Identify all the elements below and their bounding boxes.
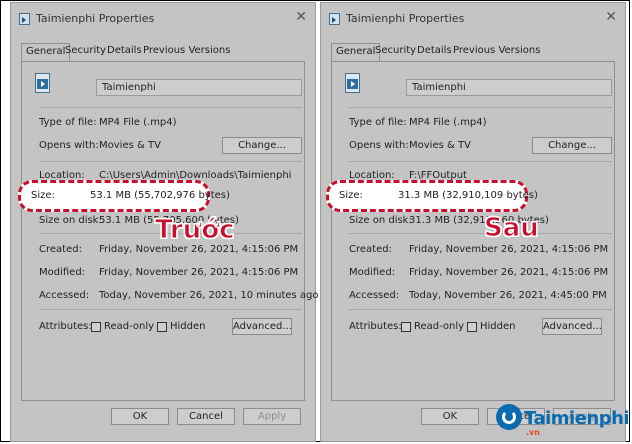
- created-label: Created:: [39, 244, 82, 255]
- accessed-value: Today, November 26, 2021, 4:45:00 PM: [409, 290, 607, 301]
- accessed-value: Today, November 26, 2021, 10 minutes ago: [99, 290, 319, 301]
- readonly-label: Read-only: [414, 321, 465, 332]
- change-button[interactable]: Change...: [222, 137, 302, 154]
- type-value: MP4 File (.mp4): [409, 117, 487, 128]
- size-value: 53.1 MB (55,702,976 bytes): [90, 190, 230, 201]
- created-value: Friday, November 26, 2021, 4:15:06 PM: [409, 244, 609, 255]
- divider: [39, 107, 302, 108]
- window-title: Taimienphi Properties: [36, 12, 155, 25]
- apply-button[interactable]: Apply: [243, 408, 301, 425]
- accessed-label: Accessed:: [349, 290, 400, 301]
- created-label: Created:: [349, 244, 392, 255]
- modified-value: Friday, November 26, 2021, 4:15:06 PM: [99, 267, 299, 278]
- divider: [349, 161, 612, 162]
- opens-with-label: Opens with:: [349, 140, 409, 151]
- close-icon[interactable]: ✕: [295, 10, 307, 24]
- opens-with-value: Movies & TV: [99, 140, 161, 151]
- size-value: 31.3 MB (32,910,109 bytes): [398, 190, 538, 201]
- modified-label: Modified:: [349, 267, 396, 278]
- title-bar: Taimienphi Properties ✕: [321, 3, 625, 31]
- tab-previous-versions[interactable]: Previous Versions: [453, 45, 540, 56]
- size-label: Size:: [31, 190, 55, 201]
- size-on-disk-label: Size on disk:: [39, 215, 102, 226]
- tab-general[interactable]: General: [21, 43, 71, 61]
- divider: [349, 107, 612, 108]
- filename-field[interactable]: Taimienphi: [96, 79, 302, 96]
- video-file-icon: [329, 13, 340, 25]
- hidden-label: Hidden: [480, 321, 516, 332]
- divider: [349, 233, 612, 234]
- after-annotation: Sau: [484, 213, 540, 244]
- mp4-file-icon: [35, 73, 50, 93]
- tab-security[interactable]: Security: [65, 45, 106, 56]
- taimienphi-logo: Taimienphi .vn: [496, 398, 632, 438]
- ok-button[interactable]: OK: [111, 408, 169, 425]
- accessed-label: Accessed:: [39, 290, 90, 301]
- window-title: Taimienphi Properties: [346, 12, 465, 25]
- hidden-label: Hidden: [170, 321, 206, 332]
- readonly-label: Read-only: [104, 321, 155, 332]
- divider: [349, 309, 612, 310]
- change-button[interactable]: Change...: [532, 137, 612, 154]
- opens-with-value: Movies & TV: [409, 140, 471, 151]
- readonly-checkbox[interactable]: [401, 322, 411, 332]
- size-label: Size:: [339, 190, 363, 201]
- created-value: Friday, November 26, 2021, 4:15:06 PM: [99, 244, 299, 255]
- hidden-checkbox[interactable]: [157, 322, 167, 332]
- type-value: MP4 File (.mp4): [99, 117, 177, 128]
- close-icon[interactable]: ✕: [605, 10, 617, 24]
- type-label: Type of file:: [349, 117, 407, 128]
- modified-label: Modified:: [39, 267, 86, 278]
- attributes-label: Attributes:: [349, 321, 402, 332]
- advanced-button[interactable]: Advanced...: [542, 318, 602, 335]
- attributes-label: Attributes:: [39, 321, 92, 332]
- logo-mark-icon: [496, 404, 522, 430]
- readonly-checkbox[interactable]: [91, 322, 101, 332]
- divider: [39, 161, 302, 162]
- modified-value: Friday, November 26, 2021, 4:15:06 PM: [409, 267, 609, 278]
- mp4-file-icon: [345, 73, 360, 93]
- tab-details[interactable]: Details: [107, 45, 142, 56]
- properties-dialog-after: Taimienphi Properties ✕ General Security…: [320, 2, 626, 442]
- size-on-disk-label: Size on disk:: [349, 215, 412, 226]
- tab-previous-versions[interactable]: Previous Versions: [143, 45, 230, 56]
- title-bar: Taimienphi Properties ✕: [11, 3, 315, 31]
- filename-field[interactable]: Taimienphi: [406, 79, 612, 96]
- general-panel: [331, 61, 615, 401]
- size-highlight-after: Size: 31.3 MB (32,910,109 bytes): [326, 180, 538, 212]
- tab-details[interactable]: Details: [417, 45, 452, 56]
- logo-text: Taimienphi: [524, 408, 630, 429]
- type-label: Type of file:: [39, 117, 97, 128]
- tab-security[interactable]: Security: [375, 45, 416, 56]
- video-file-icon: [19, 13, 30, 25]
- before-annotation: Trước: [155, 215, 235, 246]
- hidden-checkbox[interactable]: [467, 322, 477, 332]
- opens-with-label: Opens with:: [39, 140, 99, 151]
- size-highlight-before: Size: 53.1 MB (55,702,976 bytes): [18, 180, 230, 212]
- cancel-button[interactable]: Cancel: [177, 408, 235, 425]
- advanced-button[interactable]: Advanced...: [232, 318, 292, 335]
- tab-general[interactable]: General: [331, 43, 381, 61]
- divider: [39, 309, 302, 310]
- ok-button[interactable]: OK: [421, 408, 479, 425]
- logo-domain: .vn: [526, 428, 540, 437]
